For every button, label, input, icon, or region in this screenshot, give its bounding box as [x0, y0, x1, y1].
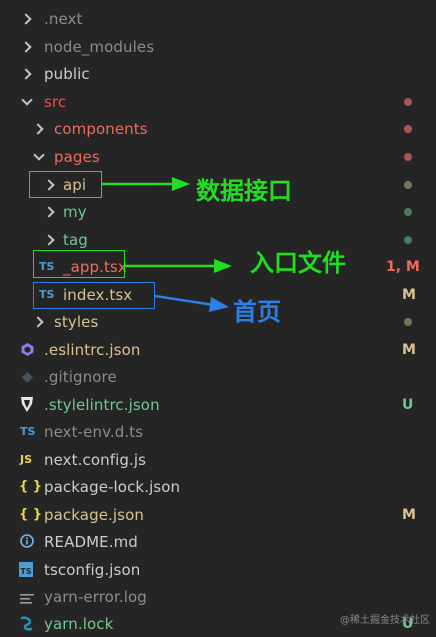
- watermark: @稀土掘金技术社区: [340, 615, 430, 626]
- api-arrow-head: [172, 177, 190, 191]
- app-annotation-text: 入口文件: [250, 248, 346, 277]
- annotation-arrows: [102, 177, 232, 312]
- index-arrow-head: [209, 297, 229, 312]
- index-annotation-text: 首页: [233, 297, 281, 326]
- api-annotation-text: 数据接口: [196, 176, 292, 205]
- app-arrow-head: [214, 259, 232, 273]
- index-arrow: [154, 294, 215, 307]
